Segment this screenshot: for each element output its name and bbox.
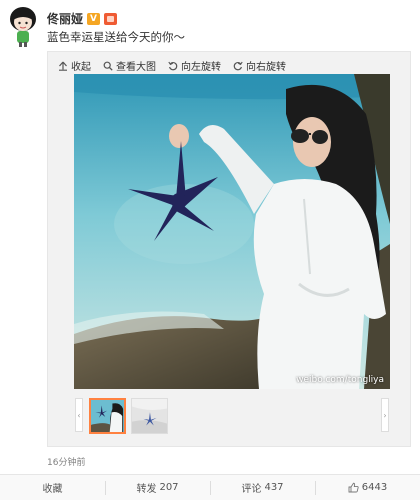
media-panel: 收起 查看大图 向左旋转 向右旋转 weibo.com/tongliya ‹ › [47,51,411,447]
rotate-right-label: 向右旋转 [246,62,286,73]
action-bar: 收藏 转发 207 评论 437 6443 [0,474,420,500]
rotate-right-icon [233,61,243,70]
chevron-left-icon: ‹ [77,410,81,420]
repost-label: 转发 [136,484,157,495]
collapse-button[interactable]: 收起 [58,58,91,73]
vip-badge-icon[interactable]: V [87,12,101,25]
favorite-button[interactable]: 收藏 [0,475,105,500]
thumb-next-button[interactable]: › [381,398,389,432]
view-large-button[interactable]: 查看大图 [103,58,156,73]
thumb-prev-button[interactable]: ‹ [75,398,83,432]
photo-watermark: weibo.com/tongliya [296,375,384,385]
like-button[interactable]: 6443 [315,475,420,500]
main-photo[interactable]: weibo.com/tongliya [74,74,390,389]
thumbnail-1[interactable] [89,398,126,434]
view-large-label: 查看大图 [116,62,156,73]
magnifier-icon [103,61,113,71]
collapse-label: 收起 [71,62,91,73]
collapse-icon [59,61,67,71]
rotate-right-button[interactable]: 向右旋转 [233,58,286,73]
author-name[interactable]: 佟丽娅 [47,10,83,27]
rotate-left-button[interactable]: 向左旋转 [168,58,221,73]
favorite-label: 收藏 [42,484,63,495]
comment-label: 评论 [241,484,262,495]
post-text: 蓝色幸运星送给今天的你～ [47,30,185,44]
comment-count: 437 [264,482,284,493]
member-badge-icon[interactable] [104,12,118,25]
thumbnail-2[interactable] [131,398,168,434]
media-toolbar: 收起 查看大图 向左旋转 向右旋转 [58,58,286,73]
comment-button[interactable]: 评论 437 [210,475,315,500]
avatar[interactable] [8,6,38,48]
thumbnail-2-image [132,399,167,433]
rotate-left-icon [168,61,178,70]
post-timestamp[interactable]: 16分钟前 [47,455,85,468]
rotate-left-label: 向左旋转 [181,62,221,73]
thumb-up-icon [348,482,359,493]
repost-button[interactable]: 转发 207 [105,475,210,500]
like-count: 6443 [361,482,388,493]
chevron-right-icon: › [383,410,387,420]
photo-image [74,74,390,389]
thumbnail-strip: ‹ › [48,398,410,436]
avatar-icon [10,7,36,47]
author-line: 佟丽娅 V [47,10,118,27]
thumbnail-1-image [91,400,124,432]
repost-count: 207 [159,482,179,493]
